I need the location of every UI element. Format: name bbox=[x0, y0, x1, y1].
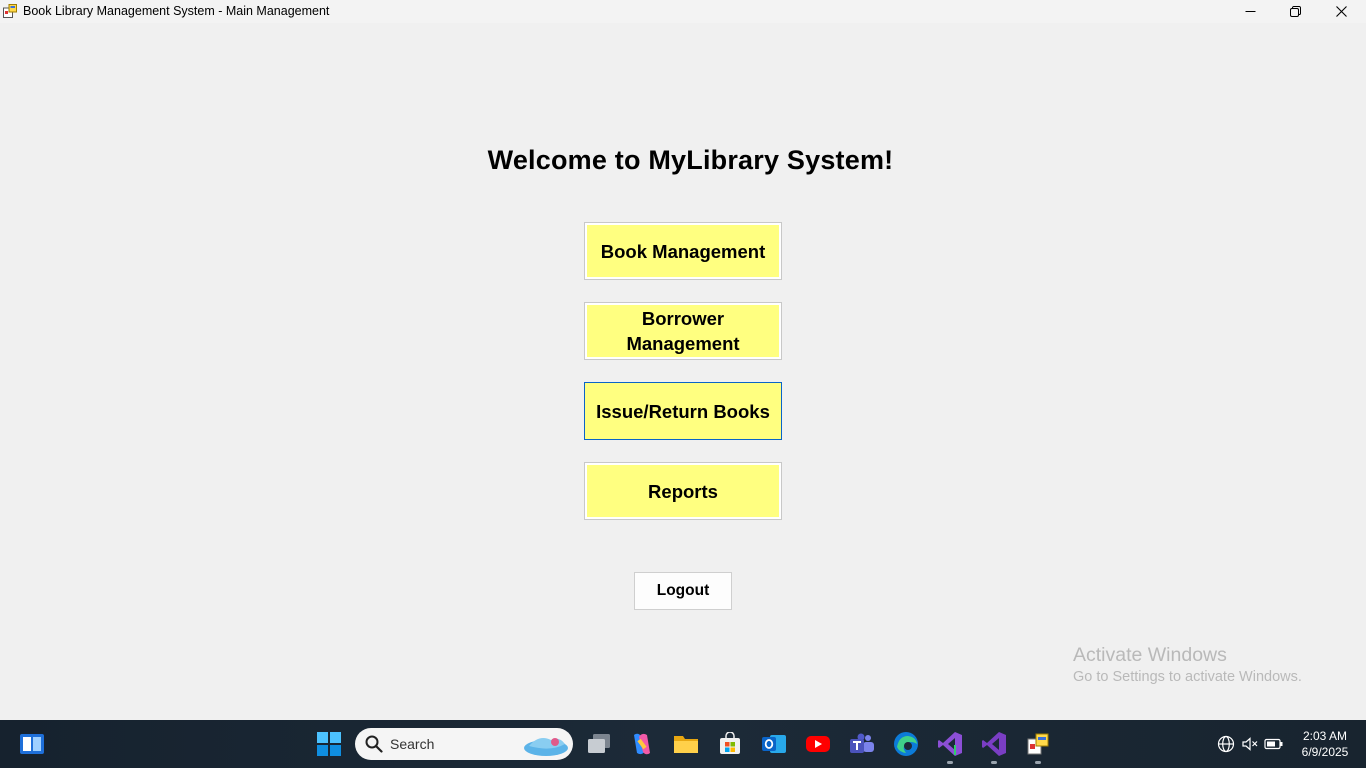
teams-button[interactable] bbox=[848, 730, 876, 758]
minimize-icon bbox=[1245, 11, 1255, 12]
running-indicator bbox=[991, 761, 997, 764]
edge-icon bbox=[894, 732, 918, 756]
close-button[interactable] bbox=[1318, 0, 1364, 23]
task-view-icon bbox=[588, 734, 610, 753]
clock-date: 6/9/2025 bbox=[1301, 745, 1349, 759]
visual-studio-button-2[interactable] bbox=[980, 730, 1008, 764]
widgets-button[interactable] bbox=[18, 730, 46, 758]
battery-icon bbox=[1264, 738, 1283, 750]
outlook-icon bbox=[762, 735, 786, 753]
welcome-heading: Welcome to MyLibrary System! bbox=[487, 145, 894, 175]
file-explorer-icon bbox=[674, 736, 698, 753]
search-icon bbox=[365, 735, 383, 753]
file-explorer-button[interactable] bbox=[672, 730, 700, 758]
app-icon bbox=[3, 4, 17, 18]
running-indicator bbox=[947, 761, 953, 764]
widgets-icon bbox=[20, 734, 44, 754]
clock-time: 2:03 AM bbox=[1302, 729, 1348, 743]
restore-button[interactable] bbox=[1272, 0, 1318, 23]
title-bar: Book Library Management System - Main Ma… bbox=[0, 0, 1366, 23]
running-indicator bbox=[1035, 761, 1041, 764]
window-title: Book Library Management System - Main Ma… bbox=[23, 4, 330, 18]
minimize-button[interactable] bbox=[1227, 0, 1273, 23]
youtube-icon bbox=[806, 736, 830, 752]
library-app-button[interactable] bbox=[1024, 730, 1052, 764]
activate-windows-watermark: Activate Windows Go to Settings to activ… bbox=[1073, 643, 1302, 687]
youtube-button[interactable] bbox=[804, 730, 832, 758]
main-form: Welcome to MyLibrary System! Book Manage… bbox=[0, 23, 1366, 720]
volume-muted-icon bbox=[1242, 737, 1258, 751]
reports-button[interactable]: Reports bbox=[584, 462, 782, 520]
watermark-title: Activate Windows bbox=[1073, 644, 1227, 666]
clock[interactable]: 2:03 AM 6/9/2025 bbox=[1290, 728, 1360, 760]
issue-return-books-label: Issue/Return Books bbox=[596, 400, 770, 422]
logout-button[interactable]: Logout bbox=[634, 572, 732, 610]
copilot-button[interactable] bbox=[628, 730, 656, 758]
search-placeholder: Search bbox=[390, 736, 435, 752]
start-button[interactable] bbox=[315, 730, 343, 758]
close-icon bbox=[1335, 6, 1347, 17]
outlook-button[interactable] bbox=[760, 730, 788, 758]
battery-button[interactable] bbox=[1260, 730, 1288, 758]
start-icon bbox=[317, 732, 341, 756]
book-management-button[interactable]: Book Management bbox=[584, 222, 782, 280]
borrower-management-label: Borrower Management bbox=[626, 308, 740, 354]
microsoft-store-icon bbox=[720, 732, 740, 754]
taskbar-search[interactable]: Search bbox=[355, 728, 573, 760]
reports-label: Reports bbox=[648, 480, 718, 502]
visual-studio-icon bbox=[938, 732, 962, 756]
visual-studio-button[interactable] bbox=[936, 730, 964, 764]
issue-return-books-button[interactable]: Issue/Return Books bbox=[584, 382, 782, 440]
globe-icon bbox=[1217, 735, 1235, 753]
teams-icon bbox=[850, 733, 874, 753]
borrower-management-button[interactable]: Borrower Management bbox=[584, 302, 782, 360]
watermark-subtitle: Go to Settings to activate Windows. bbox=[1073, 669, 1302, 685]
library-app-icon bbox=[1027, 733, 1049, 755]
search-highlight-icon bbox=[524, 738, 568, 756]
book-management-label: Book Management bbox=[600, 240, 766, 262]
visual-studio-icon bbox=[982, 732, 1006, 756]
copilot-icon bbox=[634, 733, 650, 755]
microsoft-store-button[interactable] bbox=[716, 730, 744, 758]
restore-icon bbox=[1289, 6, 1301, 17]
edge-button[interactable] bbox=[892, 730, 920, 758]
task-view-button[interactable] bbox=[585, 730, 613, 758]
